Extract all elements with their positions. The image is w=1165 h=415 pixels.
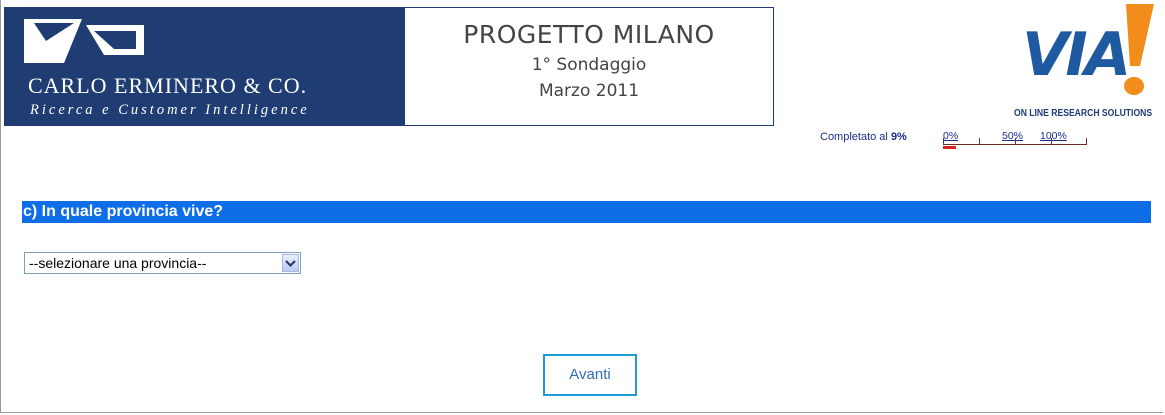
company-name: CARLO ERMINERO & CO.: [28, 73, 308, 98]
province-select[interactable]: --selezionare una provincia--: [24, 252, 301, 274]
survey-name: 1° Sondaggio: [531, 55, 647, 75]
via-logo-text: VIA: [1022, 20, 1131, 90]
scale-tick: [943, 138, 944, 145]
scale-tick: [1015, 138, 1016, 145]
survey-title-box: PROGETTO MILANO 1° Sondaggio Marzo 2011: [404, 7, 774, 126]
progress-fill: [943, 146, 956, 149]
next-button[interactable]: Avanti: [543, 354, 637, 396]
progress-indicator: Completato al 9% 0% 50% 100%: [820, 130, 1100, 154]
scale-tick: [1051, 138, 1052, 145]
logo-mark-icon: [24, 19, 144, 63]
project-title: PROGETTO MILANO: [463, 20, 715, 49]
progress-label: Completato al 9%: [820, 131, 907, 143]
dropdown-arrow-button[interactable]: [282, 254, 299, 272]
progress-percent: 9%: [890, 131, 907, 143]
via-tagline: ON LINE RESEARCH SOLUTIONS: [1014, 108, 1153, 119]
company-tagline: Ricerca e Customer Intelligence: [30, 102, 310, 118]
scale-tick: [979, 138, 980, 145]
progress-scale: 0% 50% 100%: [943, 130, 1093, 152]
exclamation-icon: [1124, 4, 1154, 95]
via-logo: VIA ON LINE RESEARCH SOLUTIONS: [1010, 2, 1165, 122]
question-heading: c) In quale provincia vive?: [22, 201, 1151, 223]
scale-label-50: 50%: [1002, 130, 1024, 142]
scale-label-0: 0%: [943, 130, 959, 142]
scale-tick: [1086, 138, 1087, 145]
progress-label-text: Completato al: [820, 131, 888, 143]
carlo-erminero-logo: CARLO ERMINERO & CO. Ricerca e Customer …: [4, 7, 404, 126]
survey-date: Marzo 2011: [538, 81, 640, 101]
province-select-value: --selezionare una provincia--: [29, 255, 207, 271]
scale-label-100: 100%: [1040, 130, 1067, 142]
chevron-down-icon: [285, 260, 296, 268]
